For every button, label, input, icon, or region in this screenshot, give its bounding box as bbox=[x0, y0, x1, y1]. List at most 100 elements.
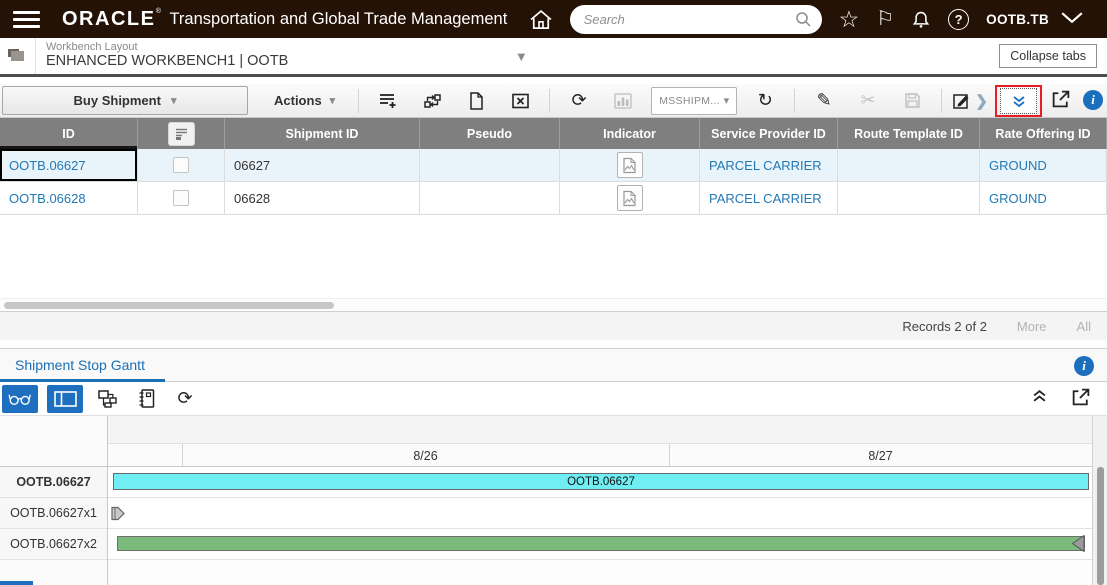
rate-offering-link[interactable]: GROUND bbox=[989, 158, 1047, 173]
mass-edit-button[interactable]: ❯ bbox=[953, 92, 988, 110]
chevron-down-icon: ▾ bbox=[329, 95, 336, 107]
column-options-icon[interactable] bbox=[167, 121, 195, 146]
gantt-date-label: 8/27 bbox=[868, 448, 893, 463]
records-count: Records 2 of 2 bbox=[902, 318, 987, 334]
column-header-service-provider[interactable]: Service Provider ID bbox=[700, 118, 838, 149]
column-header-rate-offering[interactable]: Rate Offering ID bbox=[980, 118, 1107, 149]
column-header-shipment-id[interactable]: Shipment ID bbox=[225, 118, 420, 149]
chevron-down-icon: ▾ bbox=[723, 95, 730, 107]
indicator-icon[interactable] bbox=[616, 185, 643, 211]
vscrollbar-thumb[interactable] bbox=[1097, 467, 1104, 585]
cell-select bbox=[138, 149, 225, 182]
favorites-icon[interactable]: ☆ bbox=[839, 7, 860, 31]
gantt-hscroll-thumb[interactable] bbox=[0, 581, 33, 585]
chart-icon bbox=[606, 87, 640, 115]
cell-pseudo bbox=[420, 149, 560, 182]
panel-layout-icon[interactable] bbox=[47, 384, 83, 413]
gantt-milestone-marker[interactable] bbox=[111, 506, 125, 521]
search-icon[interactable] bbox=[795, 11, 812, 28]
service-provider-link[interactable]: PARCEL CARRIER bbox=[709, 158, 822, 173]
gantt-row bbox=[108, 529, 1092, 560]
cell-rate-offering: GROUND bbox=[980, 182, 1107, 215]
hscrollbar-thumb[interactable] bbox=[4, 302, 334, 309]
gantt-row-labels: OOTB.06627 OOTB.06627x1 OOTB.06627x2 bbox=[0, 416, 108, 585]
collapse-panel-icon[interactable] bbox=[1032, 389, 1047, 407]
refresh-icon[interactable]: ⟳ bbox=[170, 385, 200, 413]
table-hscrollbar bbox=[0, 298, 1107, 311]
shipment-id-link[interactable]: OOTB.06628 bbox=[9, 191, 86, 206]
edit-icon[interactable]: ✎ bbox=[807, 87, 841, 115]
menu-icon[interactable] bbox=[13, 7, 40, 32]
account-menu[interactable]: OOTB.TB bbox=[986, 12, 1049, 27]
buy-shipment-button[interactable]: Buy Shipment ▾ bbox=[2, 86, 248, 115]
gantt-timeline: 8/26 8/27 OOTB.06627 bbox=[108, 416, 1092, 585]
gantt-tab-bar: Shipment Stop Gantt i bbox=[0, 348, 1107, 382]
info-icon[interactable]: i bbox=[1074, 356, 1094, 376]
rate-offering-link[interactable]: GROUND bbox=[989, 191, 1047, 206]
gantt-row: OOTB.06627 bbox=[108, 467, 1092, 498]
search-input[interactable] bbox=[583, 11, 795, 27]
cell-service-provider: PARCEL CARRIER bbox=[700, 182, 838, 215]
application-window: ORACLE ® Transportation and Global Trade … bbox=[0, 0, 1107, 585]
chevron-right-icon: ❯ bbox=[975, 92, 988, 110]
service-provider-link[interactable]: PARCEL CARRIER bbox=[709, 191, 822, 206]
table-footer: Records 2 of 2 More All bbox=[0, 311, 1107, 340]
actions-button[interactable]: Actions ▾ bbox=[258, 86, 351, 115]
app-title: Transportation and Global Trade Manageme… bbox=[169, 9, 508, 28]
account-chevron-icon[interactable] bbox=[1061, 10, 1083, 28]
workbench-pin-icon[interactable] bbox=[0, 38, 36, 74]
reassign-icon[interactable] bbox=[415, 87, 449, 115]
column-header-route-template[interactable]: Route Template ID bbox=[838, 118, 980, 149]
indicator-icon[interactable] bbox=[616, 152, 643, 178]
cell-indicator bbox=[560, 149, 700, 182]
chevron-down-icon: ▾ bbox=[170, 95, 177, 107]
legend-icon[interactable] bbox=[131, 385, 161, 413]
flag-icon[interactable]: ⚐ bbox=[876, 9, 894, 29]
export-table-icon[interactable] bbox=[503, 87, 537, 115]
notifications-icon[interactable] bbox=[911, 9, 931, 29]
refresh-icon[interactable]: ⟳ bbox=[562, 87, 596, 115]
view-mode-icon[interactable] bbox=[2, 384, 38, 413]
column-header-pseudo[interactable]: Pseudo bbox=[420, 118, 560, 149]
row-checkbox[interactable] bbox=[173, 190, 189, 206]
gantt-vscrollbar bbox=[1092, 416, 1107, 585]
open-in-new-window-icon[interactable] bbox=[1071, 387, 1091, 412]
tab-shipment-stop-gantt[interactable]: Shipment Stop Gantt bbox=[15, 357, 145, 373]
more-link[interactable]: More bbox=[1017, 319, 1047, 334]
home-icon[interactable] bbox=[529, 9, 553, 30]
gantt-row-label: OOTB.06627x1 bbox=[0, 498, 107, 529]
cell-select bbox=[138, 182, 225, 215]
workbench-value: ENHANCED WORKBENCH1 | OOTB bbox=[46, 53, 289, 69]
registered-mark: ® bbox=[155, 7, 163, 15]
info-icon[interactable]: i bbox=[1083, 90, 1103, 110]
gantt-shipment-bar[interactable]: OOTB.06627 bbox=[113, 473, 1089, 490]
workbench-bar: Workbench Layout ENHANCED WORKBENCH1 | O… bbox=[0, 38, 1107, 77]
gantt-row-label: OOTB.06627 bbox=[0, 467, 107, 498]
workbench-dropdown-icon[interactable]: ▼ bbox=[504, 38, 538, 74]
gantt-date-band: 8/26 8/27 bbox=[108, 444, 1092, 467]
gantt-header-band bbox=[108, 416, 1092, 444]
column-header-id[interactable]: ID bbox=[0, 118, 138, 149]
gantt-row-empty bbox=[108, 560, 1092, 585]
reload-icon[interactable]: ↻ bbox=[748, 87, 782, 115]
all-link[interactable]: All bbox=[1077, 319, 1091, 334]
shipment-id-link[interactable]: OOTB.06627 bbox=[9, 158, 86, 173]
column-header-indicator[interactable]: Indicator bbox=[560, 118, 700, 149]
help-icon[interactable]: ? bbox=[948, 8, 970, 30]
gantt-activity-bar[interactable] bbox=[117, 535, 1085, 552]
saved-query-select[interactable]: MSSHIPM... ▾ bbox=[651, 86, 738, 115]
cell-shipment-id: 06627 bbox=[225, 149, 420, 182]
expand-all-button[interactable] bbox=[1000, 88, 1037, 114]
cell-pseudo bbox=[420, 182, 560, 215]
structure-icon[interactable] bbox=[92, 385, 122, 413]
document-icon[interactable] bbox=[459, 87, 493, 115]
open-in-new-window-icon[interactable] bbox=[1051, 89, 1071, 114]
unassign-icon: ✂ bbox=[851, 87, 885, 115]
row-checkbox[interactable] bbox=[173, 157, 189, 173]
add-to-list-icon[interactable] bbox=[371, 87, 405, 115]
gantt-chart: OOTB.06627 OOTB.06627x1 OOTB.06627x2 8/2… bbox=[0, 416, 1107, 585]
cell-id: OOTB.06628 bbox=[0, 182, 138, 215]
collapse-tabs-button[interactable]: Collapse tabs bbox=[999, 44, 1097, 68]
search-box bbox=[569, 4, 822, 34]
main-toolbar: Buy Shipment ▾ Actions ▾ ⟳ MSSHIPM... ▾ ↻ ✎… bbox=[0, 84, 1107, 118]
